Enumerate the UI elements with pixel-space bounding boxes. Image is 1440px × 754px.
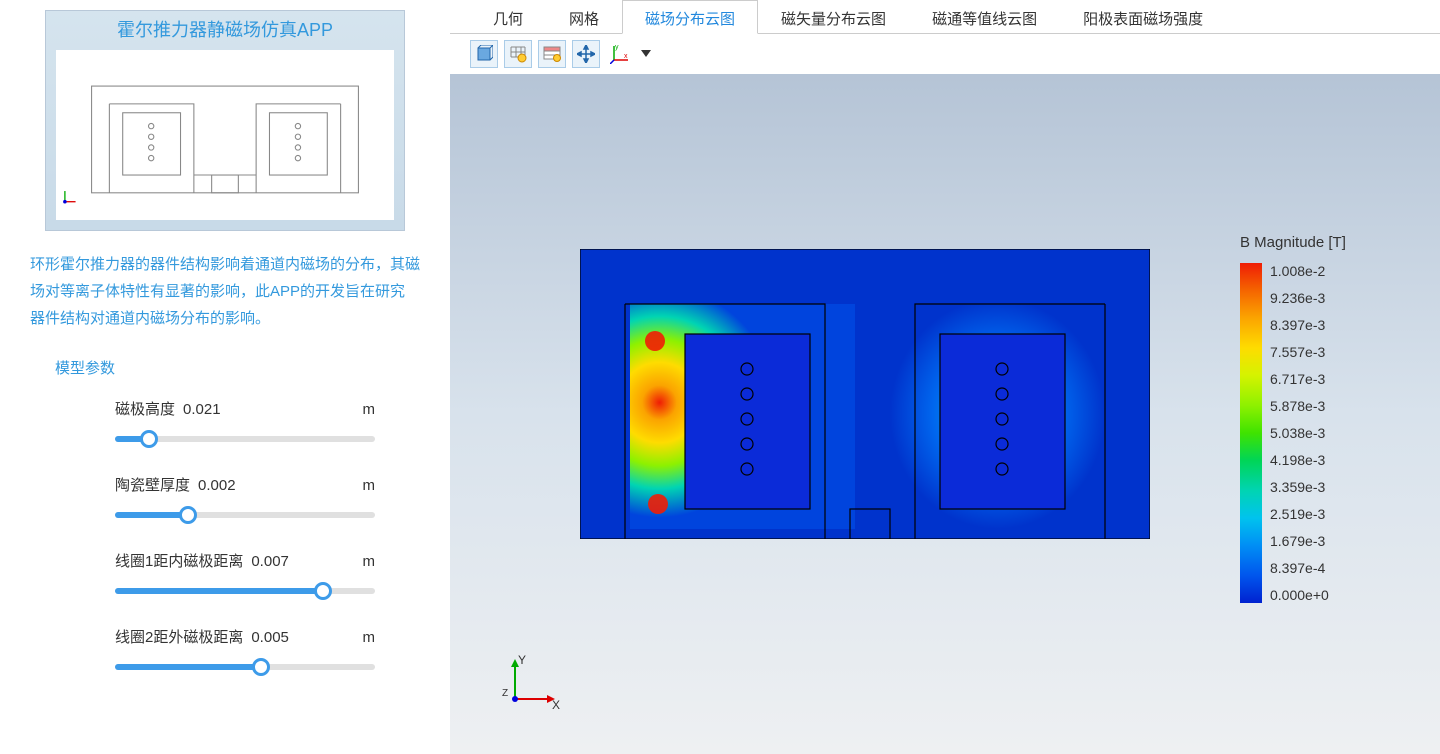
param-unit: m <box>363 477 376 494</box>
magnetic-field-plot <box>580 249 1150 539</box>
legend-tick: 9.236e-3 <box>1270 290 1329 306</box>
param-label: 磁极高度 <box>115 398 175 419</box>
tab-5[interactable]: 阳极表面磁场强度 <box>1060 0 1226 33</box>
cube-icon[interactable] <box>470 40 498 68</box>
legend-tick: 8.397e-4 <box>1270 560 1329 576</box>
param-label: 线圈2距外磁极距离 <box>115 626 243 647</box>
legend-tick: 3.359e-3 <box>1270 479 1329 495</box>
legend-tick: 8.397e-3 <box>1270 317 1329 333</box>
axis-z-label: Z <box>502 688 508 699</box>
tab-0[interactable]: 几何 <box>470 0 546 33</box>
tab-3[interactable]: 磁矢量分布云图 <box>758 0 909 33</box>
param-unit: m <box>363 629 376 646</box>
axes-icon[interactable]: yx <box>606 40 634 68</box>
param-value: 0.007 <box>251 553 289 570</box>
legend-tick: 1.008e-2 <box>1270 263 1329 279</box>
color-legend: B Magnitude [T] 1.008e-2 9.236e-3 8.397e-3… <box>1240 234 1390 603</box>
left-panel: 霍尔推力器静磁场仿真APP <box>0 0 450 754</box>
param-value: 0.005 <box>251 629 289 646</box>
param-slider[interactable] <box>115 505 375 525</box>
app-title: 霍尔推力器静磁场仿真APP <box>56 16 394 42</box>
geometry-schematic <box>56 50 394 220</box>
tabs-bar: 几何网格磁场分布云图磁矢量分布云图磁通等值线云图阳极表面磁场强度 <box>450 0 1440 34</box>
param-value: 0.021 <box>183 401 221 418</box>
param-unit: m <box>363 401 376 418</box>
param-slider[interactable] <box>115 581 375 601</box>
axis-indicator: X Y Z <box>500 654 560 714</box>
param-unit: m <box>363 553 376 570</box>
legend-colorbar <box>1240 263 1262 603</box>
param-group-2: 线圈1距内磁极距离 0.007 m <box>115 550 375 601</box>
tab-1[interactable]: 网格 <box>546 0 622 33</box>
legend-tick: 5.038e-3 <box>1270 425 1329 441</box>
tab-4[interactable]: 磁通等值线云图 <box>909 0 1060 33</box>
legend-tick: 0.000e+0 <box>1270 587 1329 603</box>
grid-icon[interactable] <box>504 40 532 68</box>
tab-2[interactable]: 磁场分布云图 <box>622 0 758 34</box>
svg-text:x: x <box>624 53 628 60</box>
axis-x-label: X <box>552 698 560 712</box>
legend-tick: 6.717e-3 <box>1270 371 1329 387</box>
legend-title: B Magnitude [T] <box>1240 234 1390 251</box>
table-icon[interactable] <box>538 40 566 68</box>
param-group-0: 磁极高度 0.021 m <box>115 398 375 449</box>
param-label: 线圈1距内磁极距离 <box>115 550 243 571</box>
legend-tick: 4.198e-3 <box>1270 452 1329 468</box>
params-container: 磁极高度 0.021 m 陶瓷壁厚度 0.002 m 线圈1距内磁极距离 0.0… <box>15 398 435 702</box>
header-box: 霍尔推力器静磁场仿真APP <box>45 10 405 231</box>
legend-tick: 5.878e-3 <box>1270 398 1329 414</box>
right-panel: 几何网格磁场分布云图磁矢量分布云图磁通等值线云图阳极表面磁场强度 yx <box>450 0 1440 754</box>
plot-viewport[interactable]: B Magnitude [T] 1.008e-2 9.236e-3 8.397e-3… <box>450 74 1440 754</box>
param-label: 陶瓷壁厚度 <box>115 474 190 495</box>
param-group-1: 陶瓷壁厚度 0.002 m <box>115 474 375 525</box>
legend-tick: 2.519e-3 <box>1270 506 1329 522</box>
param-slider[interactable] <box>115 657 375 677</box>
axis-y-label: Y <box>518 654 526 667</box>
params-section-title: 模型参数 <box>55 357 435 378</box>
svg-text:y: y <box>615 44 619 51</box>
legend-labels: 1.008e-2 9.236e-3 8.397e-3 7.557e-3 6.717e-3… <box>1270 263 1329 603</box>
param-value: 0.002 <box>198 477 236 494</box>
viewport-toolbar: yx <box>450 34 1440 74</box>
legend-tick: 1.679e-3 <box>1270 533 1329 549</box>
legend-tick: 7.557e-3 <box>1270 344 1329 360</box>
param-slider[interactable] <box>115 429 375 449</box>
move-icon[interactable] <box>572 40 600 68</box>
dropdown-icon[interactable] <box>640 46 652 62</box>
app-description: 环形霍尔推力器的器件结构影响着通道内磁场的分布，其磁场对等离子体特性有显著的影响… <box>30 251 420 332</box>
param-group-3: 线圈2距外磁极距离 0.005 m <box>115 626 375 677</box>
